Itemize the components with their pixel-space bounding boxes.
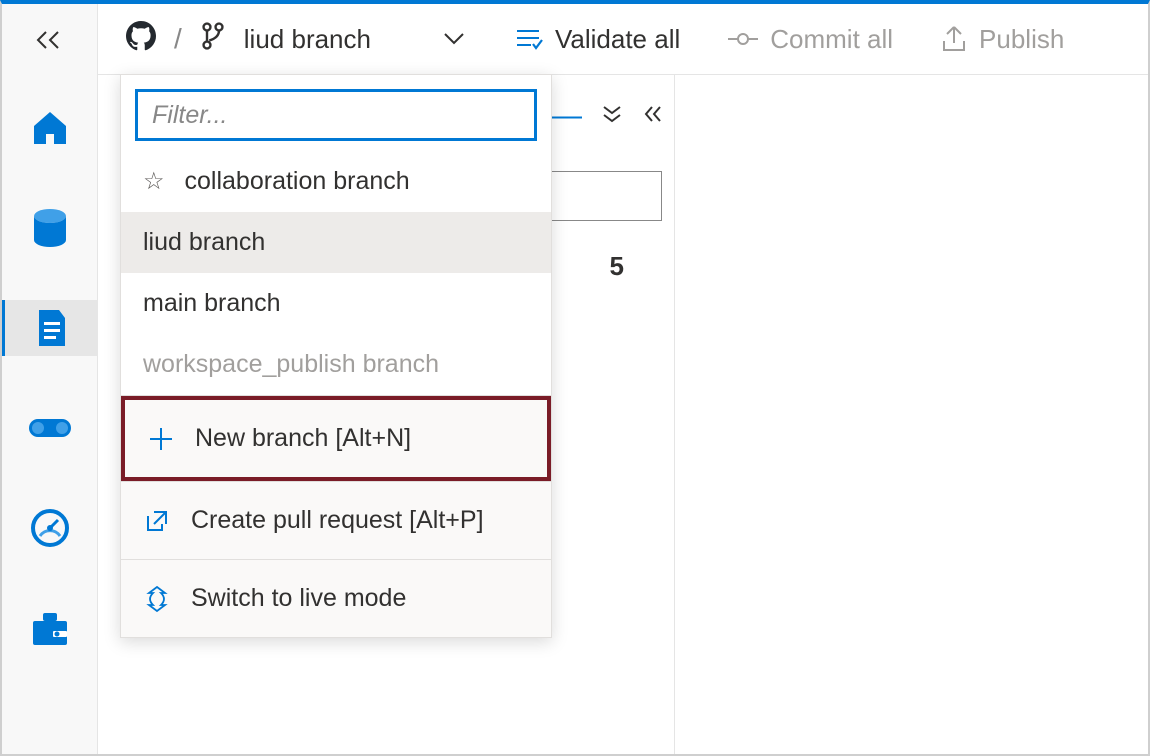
- plus-icon: [147, 425, 175, 453]
- panel-count: 5: [610, 251, 624, 282]
- publish-label: Publish: [979, 24, 1064, 55]
- sidebar-item-monitor[interactable]: [2, 500, 98, 556]
- sidebar-item-data[interactable]: [2, 200, 98, 256]
- sidebar-item-home[interactable]: [2, 100, 98, 156]
- sidebar-item-integrate[interactable]: [2, 400, 98, 456]
- new-branch-action[interactable]: New branch [Alt+N]: [121, 396, 551, 481]
- branch-liud-label: liud branch: [143, 228, 265, 257]
- branch-item-main[interactable]: main branch: [121, 273, 551, 334]
- collapse-left-icon[interactable]: [642, 103, 662, 129]
- switch-icon: [143, 585, 171, 613]
- sidebar-item-develop[interactable]: [2, 300, 98, 356]
- top-toolbar: / liud branch Validate all Commit all Pu…: [98, 4, 1148, 74]
- sidebar-item-manage[interactable]: [2, 600, 98, 656]
- chevron-down-icon[interactable]: [443, 26, 465, 52]
- branch-dropdown: ☆ collaboration branch liud branch main …: [120, 74, 552, 638]
- switch-live-label: Switch to live mode: [191, 584, 406, 613]
- create-pr-label: Create pull request [Alt+P]: [191, 506, 484, 535]
- branch-item-workspace: workspace_publish branch: [121, 334, 551, 395]
- dropdown-actions: New branch [Alt+N] Create pull request […: [121, 395, 551, 637]
- star-icon: ☆: [143, 167, 165, 196]
- branch-main-label: main branch: [143, 289, 281, 318]
- breadcrumb-slash: /: [174, 23, 182, 55]
- vertical-divider: [674, 75, 675, 754]
- github-icon[interactable]: [126, 21, 156, 58]
- collab-branch-item[interactable]: ☆ collaboration branch: [121, 151, 551, 212]
- collab-branch-label: collaboration branch: [185, 167, 410, 196]
- branch-selector[interactable]: liud branch: [244, 24, 371, 55]
- filter-input[interactable]: [135, 89, 537, 141]
- panel-controls: —: [552, 99, 662, 133]
- minus-icon[interactable]: —: [552, 99, 582, 133]
- breadcrumb: / liud branch: [126, 21, 465, 58]
- left-sidebar: [2, 4, 98, 754]
- branch-icon: [200, 21, 226, 58]
- validate-all-label: Validate all: [555, 24, 680, 55]
- branch-workspace-label: workspace_publish branch: [143, 350, 439, 379]
- filter-wrap: [121, 75, 551, 151]
- expand-down-icon[interactable]: [602, 103, 622, 129]
- create-pr-action[interactable]: Create pull request [Alt+P]: [121, 481, 551, 559]
- new-branch-label: New branch [Alt+N]: [195, 424, 411, 453]
- validate-all-button[interactable]: Validate all: [513, 24, 680, 55]
- branch-item-liud[interactable]: liud branch: [121, 212, 551, 273]
- publish-button[interactable]: Publish: [941, 24, 1064, 55]
- switch-live-action[interactable]: Switch to live mode: [121, 559, 551, 637]
- external-link-icon: [143, 507, 171, 535]
- commit-all-label: Commit all: [770, 24, 893, 55]
- commit-all-button[interactable]: Commit all: [728, 24, 893, 55]
- collapse-icon[interactable]: [30, 24, 70, 56]
